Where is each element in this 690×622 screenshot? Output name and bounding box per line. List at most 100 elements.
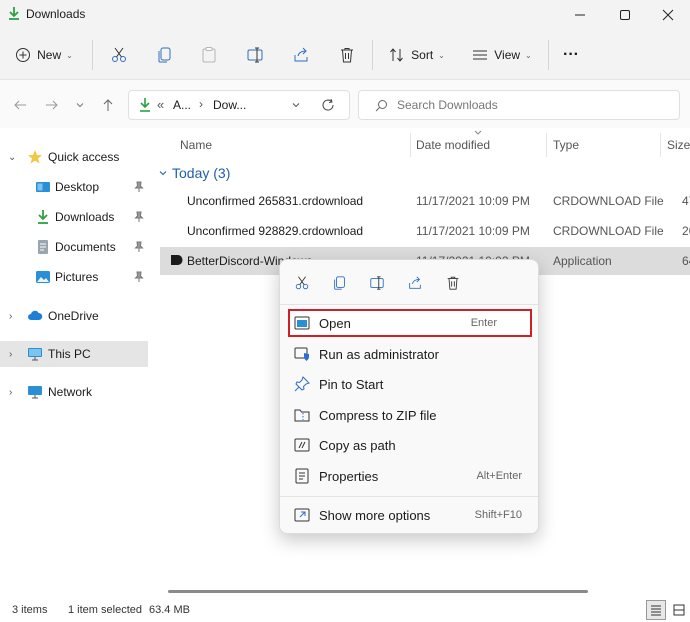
- copy-button[interactable]: [329, 272, 351, 294]
- download-icon: [9, 7, 19, 20]
- back-button[interactable]: [10, 96, 30, 114]
- pin-icon: [134, 181, 144, 192]
- search-box[interactable]: Search Downloads: [358, 90, 680, 120]
- menu-divider: [280, 304, 538, 305]
- details-view-icon: [651, 605, 661, 616]
- chevron-down-icon[interactable]: ⌄: [8, 152, 18, 163]
- menu-item-copy-as-path[interactable]: Copy as path: [288, 431, 532, 459]
- tiles-view-button[interactable]: [670, 600, 688, 620]
- toolbar-divider: [92, 40, 93, 70]
- delete-button[interactable]: [336, 42, 358, 68]
- sort-button[interactable]: Sort ⌄: [386, 42, 448, 68]
- recent-locations-button[interactable]: [72, 96, 88, 114]
- file-type: Application: [553, 254, 612, 268]
- sidebar-item-pictures[interactable]: Pictures: [0, 264, 148, 290]
- chevron-down-icon[interactable]: [291, 100, 301, 110]
- document-icon: [38, 240, 48, 254]
- new-button[interactable]: New ⌄: [14, 42, 74, 68]
- chevron-down-icon: ⌄: [525, 50, 532, 60]
- refresh-icon[interactable]: [321, 98, 335, 112]
- column-divider[interactable]: [546, 133, 547, 157]
- group-label: Today (3): [172, 165, 231, 181]
- minimize-button[interactable]: [558, 0, 602, 30]
- menu-item-label: Copy as path: [319, 437, 396, 453]
- share-button[interactable]: [290, 42, 312, 68]
- sidebar-item-onedrive[interactable]: › OneDrive: [0, 303, 148, 329]
- breadcrumb-separator: ›: [199, 97, 203, 111]
- column-divider[interactable]: [660, 133, 661, 157]
- details-view-button[interactable]: [646, 600, 666, 620]
- column-divider[interactable]: [410, 133, 411, 157]
- app-icon: [171, 255, 183, 265]
- trash-icon: [447, 276, 459, 290]
- menu-item-label: Show more options: [319, 507, 431, 523]
- chevron-down-icon: ⌄: [66, 50, 73, 60]
- overflow-crumb[interactable]: «: [157, 97, 164, 112]
- group-header-today[interactable]: Today (3): [158, 165, 230, 181]
- pin-icon: [134, 241, 144, 252]
- sidebar-item-label: Pictures: [55, 270, 99, 284]
- rename-icon: [370, 276, 384, 290]
- view-button-label: View: [494, 48, 521, 62]
- column-header-date-modified[interactable]: Date modified: [416, 138, 490, 152]
- sidebar-item-documents[interactable]: Documents: [0, 234, 148, 260]
- menu-item-show-more-options[interactable]: Show more options Shift+F10: [288, 501, 532, 529]
- column-header-name[interactable]: Name: [180, 138, 212, 152]
- copy-button[interactable]: [154, 42, 176, 68]
- more-options-button[interactable]: ···: [558, 42, 584, 68]
- rename-button[interactable]: [366, 272, 388, 294]
- horizontal-scrollbar[interactable]: [168, 590, 588, 593]
- pin-icon: [134, 211, 144, 222]
- table-row[interactable]: Unconfirmed 265831.crdownload 11/17/2021…: [160, 187, 690, 215]
- sort-icon: [390, 48, 404, 62]
- menu-item-pin-to-start[interactable]: Pin to Start: [288, 370, 532, 398]
- sidebar-item-label: OneDrive: [48, 309, 99, 323]
- share-button[interactable]: [404, 272, 426, 294]
- menu-item-run-as-administrator[interactable]: Run as administrator: [288, 340, 532, 368]
- menu-item-compress-to-zip[interactable]: Compress to ZIP file: [288, 401, 532, 429]
- paste-icon: [202, 47, 216, 63]
- table-row[interactable]: Unconfirmed 928829.crdownload 11/17/2021…: [160, 217, 690, 245]
- menu-item-label: Open: [319, 315, 351, 331]
- column-header-type[interactable]: Type: [553, 138, 579, 152]
- pin-icon: [294, 376, 310, 392]
- close-button[interactable]: [646, 0, 690, 30]
- cut-button[interactable]: [108, 42, 130, 68]
- delete-button[interactable]: [442, 272, 464, 294]
- more-options-icon: [294, 508, 310, 522]
- arrow-left-icon: [14, 100, 26, 110]
- file-type: CRDOWNLOAD File: [553, 194, 664, 208]
- sidebar-item-network[interactable]: › Network: [0, 379, 148, 405]
- copy-path-icon: [294, 438, 310, 452]
- breadcrumb-current[interactable]: Dow...: [213, 98, 246, 112]
- view-button[interactable]: View ⌄: [470, 42, 534, 68]
- selection-count: 1 item selected: [68, 604, 142, 616]
- sidebar-item-desktop[interactable]: Desktop: [0, 174, 148, 200]
- cut-button[interactable]: [291, 272, 313, 294]
- properties-icon: [295, 468, 309, 484]
- sidebar-item-label: This PC: [48, 347, 91, 361]
- file-size: 64: [682, 254, 690, 268]
- file-size: 26: [682, 224, 690, 238]
- sidebar-item-this-pc[interactable]: › This PC: [0, 341, 148, 367]
- zip-icon: [294, 409, 310, 422]
- up-button[interactable]: [98, 96, 118, 114]
- forward-button[interactable]: [42, 96, 62, 114]
- chevron-down-icon: ⌄: [438, 50, 445, 60]
- column-header-size[interactable]: Size: [667, 138, 690, 152]
- command-bar: New ⌄ Sort ⌄ View ⌄ ···: [0, 30, 690, 80]
- plus-circle-icon: [16, 48, 31, 62]
- breadcrumb-parent[interactable]: A...: [173, 98, 191, 112]
- rename-button[interactable]: [244, 42, 266, 68]
- address-bar[interactable]: « A... › Dow...: [128, 90, 350, 120]
- menu-item-properties[interactable]: Properties Alt+Enter: [288, 462, 532, 490]
- more-icon: ···: [563, 46, 579, 63]
- maximize-button[interactable]: [603, 0, 647, 30]
- chevron-right-icon[interactable]: ›: [9, 349, 19, 360]
- chevron-right-icon[interactable]: ›: [9, 387, 19, 398]
- sidebar-item-downloads[interactable]: Downloads: [0, 204, 148, 230]
- sidebar-item-quick-access[interactable]: ⌄ Quick access: [0, 144, 148, 170]
- chevron-right-icon[interactable]: ›: [9, 311, 19, 322]
- paste-button[interactable]: [198, 42, 220, 68]
- menu-item-open[interactable]: Open Enter: [288, 309, 532, 337]
